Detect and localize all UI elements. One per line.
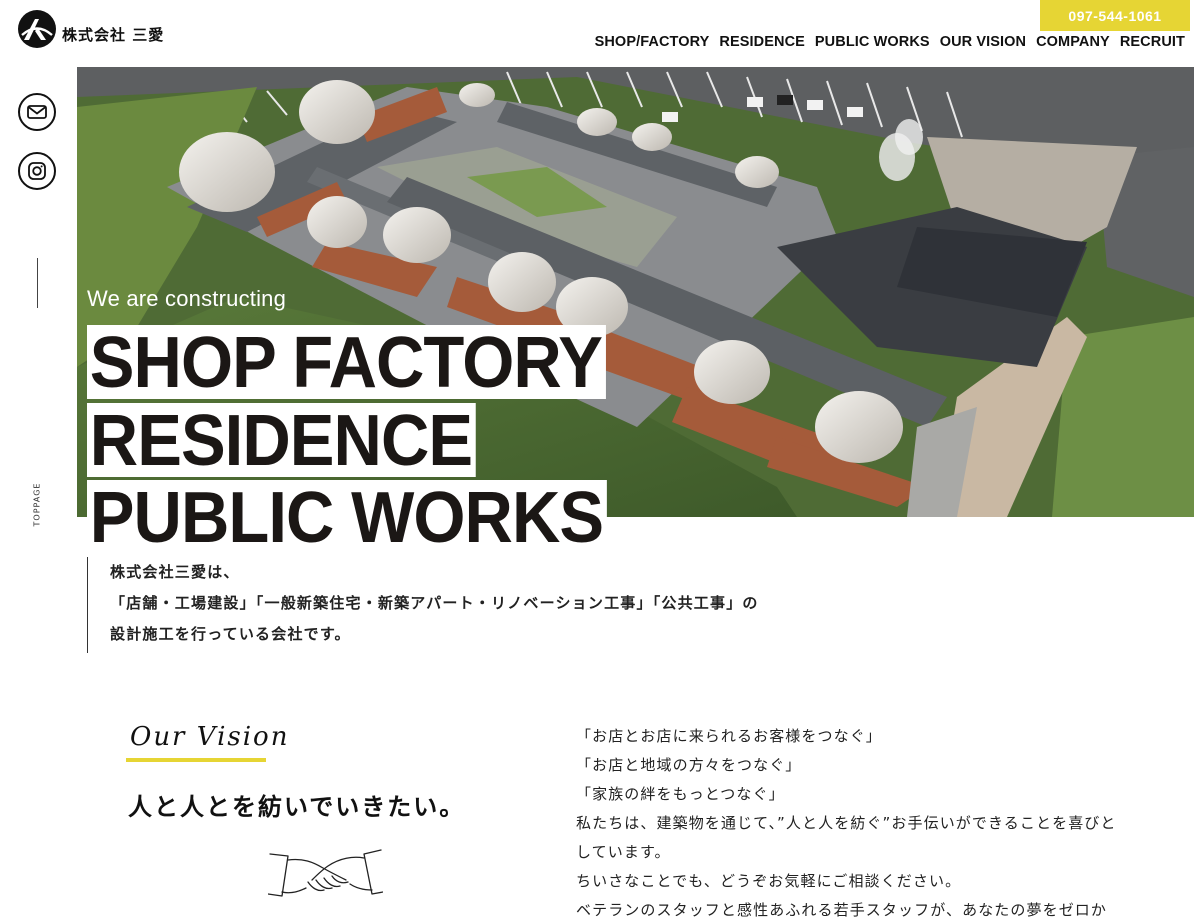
vision-headline: 人と人とを紡いでいきたい。 xyxy=(128,793,466,821)
rail-divider xyxy=(37,258,38,308)
handshake-icon xyxy=(267,846,384,910)
vision-section-title: Our Vision xyxy=(130,722,290,752)
intro-copy: 株式会社三愛は、 「店舗・工場建設」「一般新築住宅・新築アパート・リノベーション… xyxy=(87,557,759,653)
vision-title-underline xyxy=(126,758,266,762)
site-logo[interactable]: 株式会社 三愛 xyxy=(18,10,164,48)
vision-copy: 「お店とお店に来られるお客様をつなぐ」 「お店と地域の方々をつなぐ」 「家族の絆… xyxy=(576,722,1156,921)
vision-copy-line: ベテランのスタッフと感性あふれる若手スタッフが、あなたの夢をゼロか xyxy=(576,901,1108,919)
logo-mark-icon xyxy=(18,10,56,48)
phone-number-button[interactable]: 097-544-1061 xyxy=(1040,0,1190,31)
hero-line-residence: RESIDENCE xyxy=(87,403,476,477)
toppage-label: TOPPAGE xyxy=(32,482,42,527)
intro-line: 設計施工を行っている会社です。 xyxy=(110,625,351,643)
intro-line: 「店舗・工場建設」「一般新築住宅・新築アパート・リノベーション工事」「公共工事」… xyxy=(110,594,759,612)
vision-copy-line: 「家族の絆をもっとつなぐ」 xyxy=(576,785,785,803)
nav-our-vision[interactable]: OUR VISION xyxy=(940,34,1026,50)
vision-copy-line: 「お店と地域の方々をつなぐ」 xyxy=(576,756,802,774)
hero-tagline: We are constructing xyxy=(87,286,287,311)
vision-copy-line: ちいさなことでも、どうぞお気軽にご相談ください。 xyxy=(576,872,962,890)
instagram-icon[interactable] xyxy=(18,152,56,190)
nav-recruit[interactable]: RECRUIT xyxy=(1120,34,1185,50)
nav-company[interactable]: COMPANY xyxy=(1036,34,1110,50)
vision-copy-line: 「お店とお店に来られるお客様をつなぐ」 xyxy=(576,727,882,745)
company-name: 株式会社 三愛 xyxy=(62,25,165,44)
vision-copy-line: 私たちは、建築物を通じて、”人と人を紡ぐ”お手伝いができることを喜びと xyxy=(576,814,1117,832)
toppage-link[interactable]: TOPPAGE xyxy=(31,482,43,528)
nav-shop-factory[interactable]: SHOP/FACTORY xyxy=(595,34,710,50)
global-nav: SHOP/FACTORY RESIDENCE PUBLIC WORKS OUR … xyxy=(595,34,1185,50)
hero-line-public-works: PUBLIC WORKS xyxy=(87,480,607,554)
nav-public-works[interactable]: PUBLIC WORKS xyxy=(815,34,930,50)
mail-icon[interactable] xyxy=(18,93,56,131)
nav-residence[interactable]: RESIDENCE xyxy=(719,34,805,50)
hero-line-shop-factory: SHOP FACTORY xyxy=(87,325,606,399)
vision-copy-line: しています。 xyxy=(576,843,671,861)
intro-line: 株式会社三愛は、 xyxy=(110,563,240,581)
